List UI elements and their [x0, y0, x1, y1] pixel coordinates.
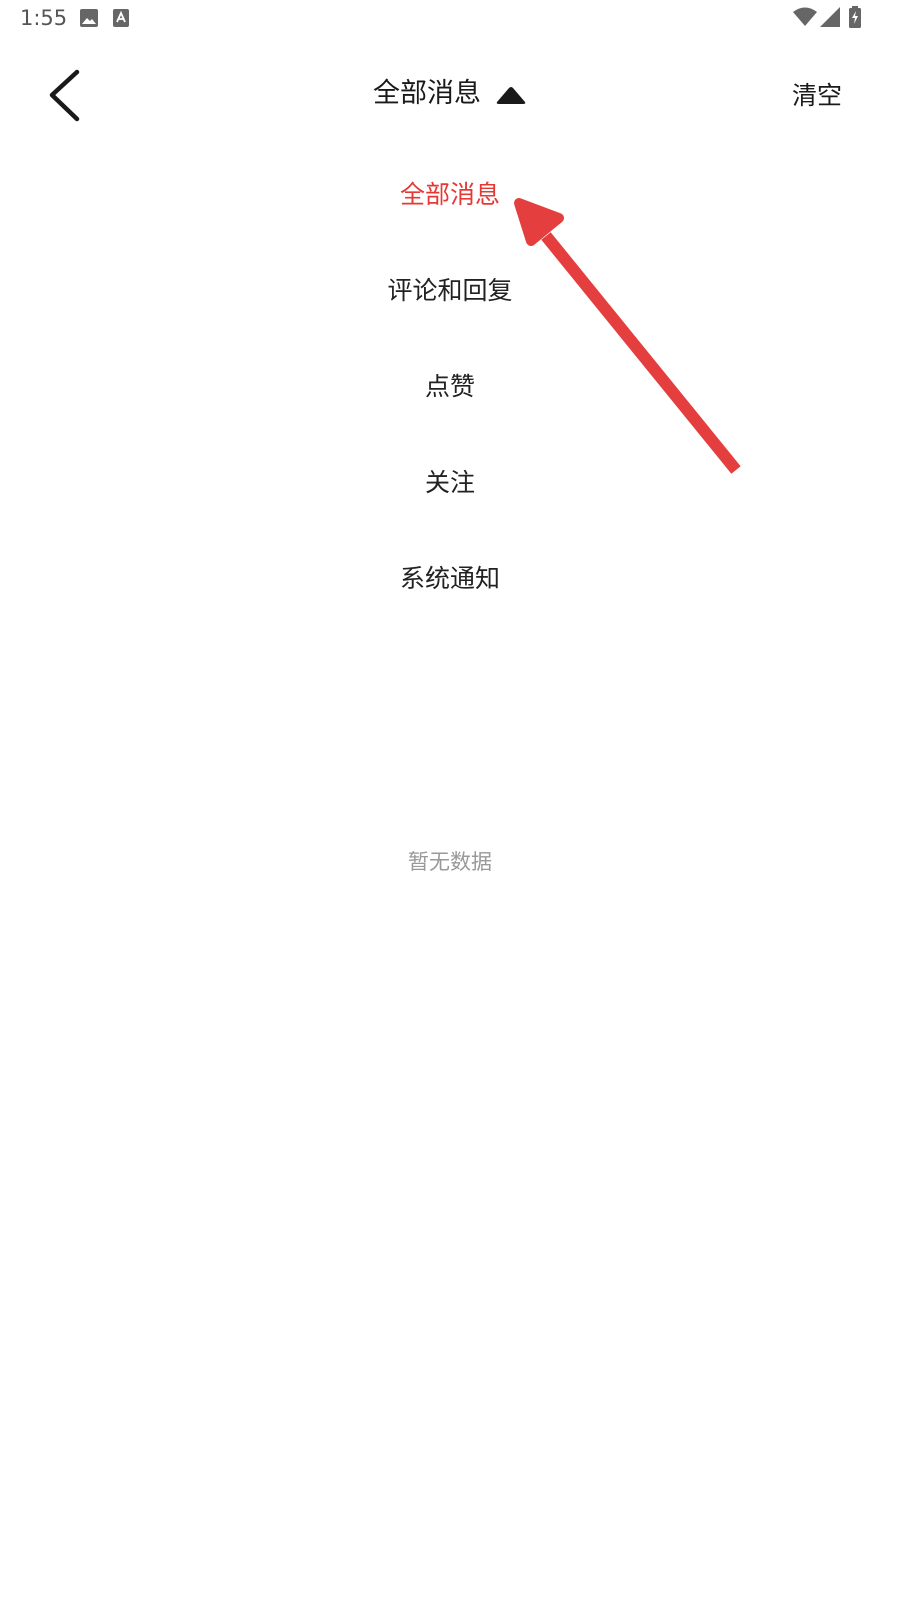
- menu-item-comments-replies[interactable]: 评论和回复: [0, 241, 900, 337]
- menu-item-likes[interactable]: 点赞: [0, 337, 900, 433]
- header: 全部消息 清空: [0, 50, 900, 140]
- wifi-icon: [793, 7, 817, 31]
- status-time: 1:55: [20, 6, 68, 30]
- title-wrap: 全部消息: [0, 76, 900, 116]
- menu-item-system-notifications[interactable]: 系统通知: [0, 529, 900, 625]
- status-bar: 1:55: [0, 0, 900, 36]
- menu-item-all-messages[interactable]: 全部消息: [0, 145, 900, 241]
- menu-item-follows[interactable]: 关注: [0, 433, 900, 529]
- battery-charging-icon: [849, 6, 861, 32]
- clear-button[interactable]: 清空: [792, 78, 842, 114]
- filter-menu: 全部消息 评论和回复 点赞 关注 系统通知: [0, 145, 900, 625]
- page-title: 全部消息: [373, 78, 481, 109]
- translate-icon: [113, 9, 129, 31]
- empty-state-text: 暂无数据: [408, 850, 492, 874]
- image-icon: [80, 9, 98, 31]
- filter-dropdown-toggle[interactable]: 全部消息: [373, 76, 527, 112]
- caret-up-icon: [495, 83, 527, 105]
- signal-icon: [820, 7, 840, 31]
